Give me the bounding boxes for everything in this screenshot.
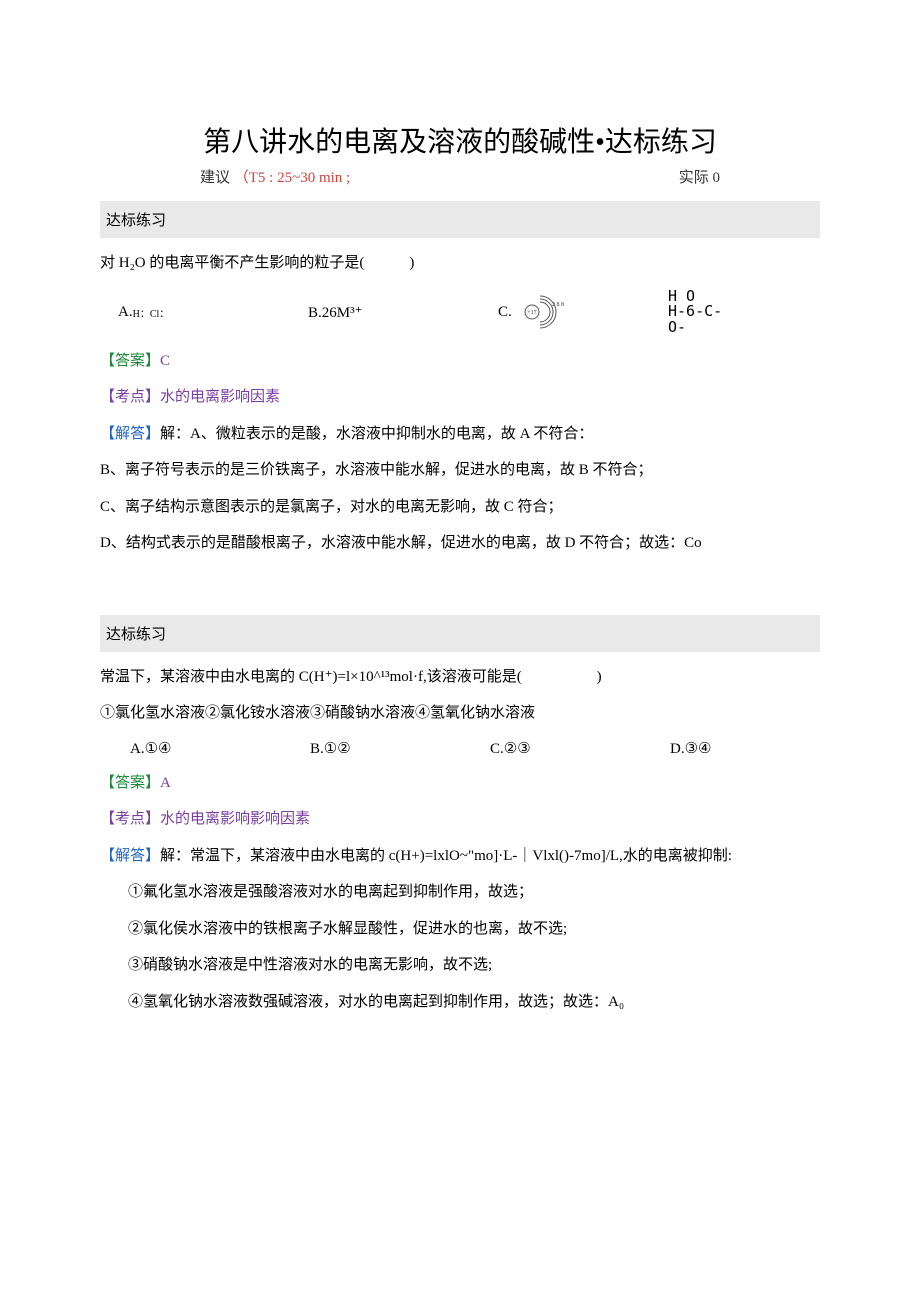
option-a-prefix: A. — [118, 304, 133, 321]
page-title: 第八讲水的电离及溶液的酸碱性•达标练习 — [100, 120, 820, 160]
question-stem-2: ①氯化氢水溶液②氯化铵水溶液③硝酸钠水溶液④氢氧化钠水溶液 — [100, 702, 820, 725]
topic-label: 【考点】 — [100, 389, 160, 405]
subtitle-row: 建议 （T5 : 25~30 min ; 实际 0 — [200, 166, 720, 187]
option-a: A. H：Cl： — [100, 304, 308, 321]
option-d-line3: O- — [668, 320, 722, 336]
section-heading: 达标练习 — [100, 201, 820, 238]
explain-head-text: 解：常温下，某溶液中由水电离的 c(H+)=lxlO~"mo]·L-｜Vlxl(… — [160, 848, 732, 864]
atom-diagram-icon: +17 2 8 8 — [512, 290, 568, 334]
options-row: A. H：Cl： B.26M³⁺ C. +17 2 8 8 — [100, 289, 820, 336]
options-row: A.①④ B.①② C.②③ D.③④ — [100, 739, 820, 758]
explain-1: ①氟化氢水溶液是强酸溶液对水的电离起到抑制作用，故选； — [100, 881, 820, 904]
explain-head: 【解答】解：常温下，某溶液中由水电离的 c(H+)=lxlO~"mo]·L-｜V… — [100, 845, 820, 868]
option-a: A.①④ — [100, 739, 280, 758]
explain-d: D、结构式表示的是醋酸根离子，水溶液中能水解，促进水的电离，故 D 不符合；故选… — [100, 532, 820, 555]
option-d: H O H-6-C- O- — [668, 289, 820, 336]
suggestion-label: 建议 — [200, 170, 230, 186]
answer-label: 【答案】 — [100, 353, 160, 369]
topic-label: 【考点】 — [100, 811, 160, 827]
atom-center-text: +17 — [527, 310, 536, 316]
option-b: B.①② — [280, 739, 460, 758]
actual-label: 实际 0 — [679, 166, 720, 187]
option-c-prefix: C. — [498, 304, 512, 321]
explain-label: 【解答】 — [100, 426, 160, 442]
option-c: C. +17 2 8 8 — [498, 290, 668, 334]
section-heading: 达标练习 — [100, 615, 820, 652]
explain-a: 【解答】解：A、微粒表示的是酸，水溶液中抑制水的电离，故 A 不符合： — [100, 423, 820, 446]
topic-value: 水的电离影响影响因素 — [160, 811, 310, 827]
answer-label: 【答案】 — [100, 775, 160, 791]
explain-4: ④氢氧化钠水溶液数强碱溶液，对水的电离起到抑制作用，故选；故选：A₀ — [100, 991, 820, 1014]
answer-value: C — [160, 353, 170, 369]
explain-label: 【解答】 — [100, 848, 160, 864]
explain-2: ②氯化侯水溶液中的铁根离子水解显酸性，促进水的也离，故不选; — [100, 918, 820, 941]
topic-line: 【考点】水的电离影响因素 — [100, 386, 820, 409]
option-b: B.26M³⁺ — [308, 303, 498, 322]
answer-line: 【答案】A — [100, 772, 820, 795]
atom-shells-text: 2 8 8 — [552, 302, 564, 308]
question-stem: 常温下，某溶液中由水电离的 C(H⁺)=l×10^¹³mol·f,该溶液可能是(… — [100, 666, 820, 689]
explain-b: B、离子符号表示的是三价铁离子，水溶液中能水解，促进水的电离，故 B 不符合； — [100, 459, 820, 482]
option-d: D.③④ — [640, 739, 820, 758]
suggestion-value: （T5 : 25~30 min ; — [234, 170, 350, 186]
option-c: C.②③ — [460, 739, 640, 758]
question-stem: 对 H₂O 的电离平衡不产生影响的粒子是( ) — [100, 252, 820, 275]
explain-c: C、离子结构示意图表示的是氯离子，对水的电离无影响，故 C 符合； — [100, 496, 820, 519]
topic-line: 【考点】水的电离影响影响因素 — [100, 808, 820, 831]
topic-value: 水的电离影响因素 — [160, 389, 280, 405]
explain-a-text: 解：A、微粒表示的是酸，水溶液中抑制水的电离，故 A 不符合： — [160, 426, 593, 442]
option-a-content: H：Cl： — [133, 305, 170, 320]
explain-3: ③硝酸钠水溶液是中性溶液对水的电离无影响，故不选; — [100, 954, 820, 977]
answer-line: 【答案】C — [100, 350, 820, 373]
answer-value: A — [160, 775, 171, 791]
